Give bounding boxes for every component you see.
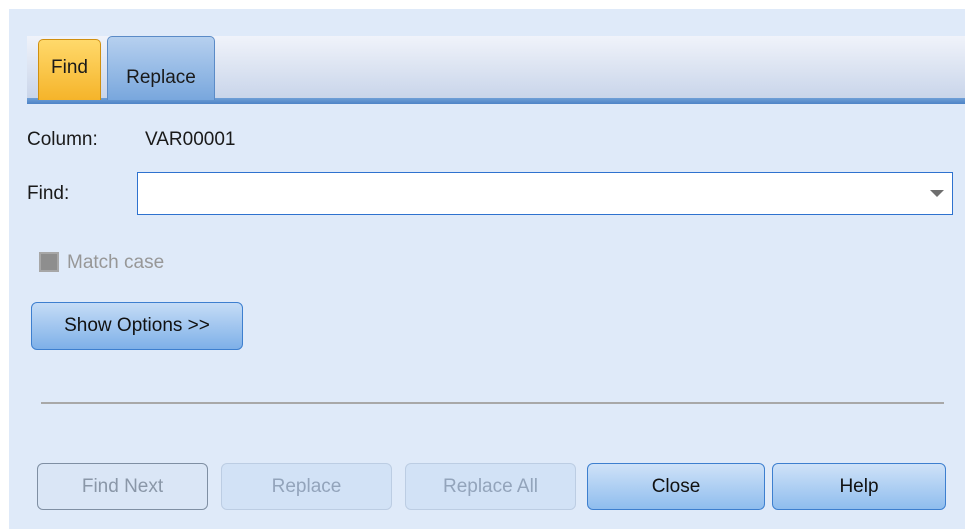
find-label: Find:	[27, 183, 70, 204]
show-options-label: Show Options >>	[64, 315, 210, 336]
close-button[interactable]: Close	[587, 463, 765, 510]
match-case-checkbox[interactable]	[39, 252, 59, 272]
tab-replace[interactable]: Replace	[107, 36, 215, 100]
tab-find-label: Find	[51, 57, 88, 78]
help-label: Help	[839, 475, 879, 497]
tab-find[interactable]: Find	[38, 39, 101, 100]
replace-all-label: Replace All	[442, 475, 539, 497]
separator	[41, 402, 944, 404]
find-input[interactable]	[138, 173, 908, 214]
help-button[interactable]: Help	[772, 463, 946, 510]
match-case-label: Match case	[67, 252, 165, 273]
find-next-button[interactable]: Find Next	[37, 463, 208, 510]
column-label: Column:	[27, 129, 98, 150]
tab-replace-label: Replace	[126, 66, 196, 88]
chevron-down-icon	[930, 190, 944, 197]
find-replace-dialog: Find Replace Column: VAR00001 Find: Matc…	[9, 9, 965, 529]
column-value: VAR00001	[145, 129, 236, 150]
find-dropdown-button[interactable]	[922, 173, 952, 214]
find-next-label: Find Next	[81, 475, 164, 497]
replace-all-button[interactable]: Replace All	[405, 463, 576, 510]
replace-button[interactable]: Replace	[221, 463, 392, 510]
close-label: Close	[651, 475, 701, 497]
replace-label: Replace	[271, 475, 342, 497]
show-options-button[interactable]: Show Options >>	[31, 302, 243, 350]
find-combobox[interactable]	[137, 172, 953, 215]
